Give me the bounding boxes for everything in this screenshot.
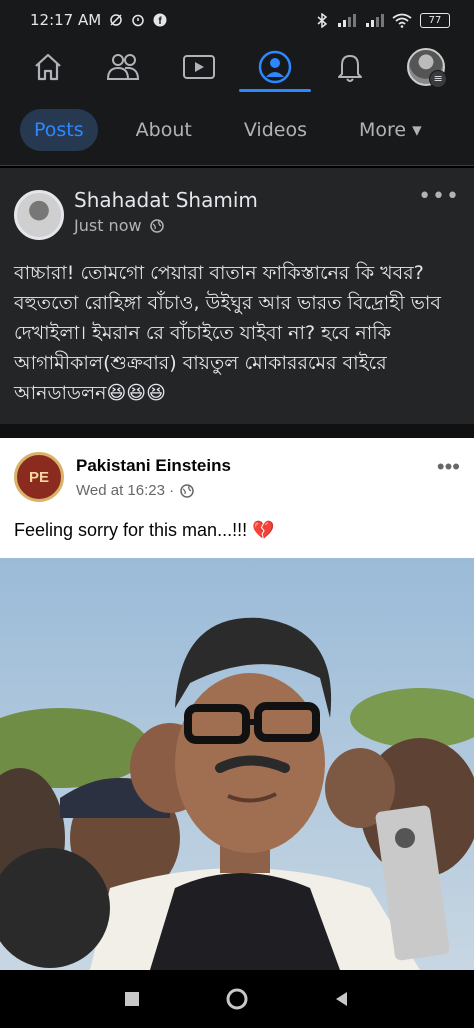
nav-notifications[interactable] bbox=[320, 40, 380, 94]
alarm-icon bbox=[132, 14, 144, 27]
nav-watch[interactable] bbox=[169, 40, 229, 94]
home-button[interactable] bbox=[225, 987, 249, 1011]
post-meta: Just now bbox=[74, 216, 418, 235]
friends-icon bbox=[107, 54, 140, 80]
status-time: 12:17 AM bbox=[30, 11, 102, 29]
post-author[interactable]: Shahadat Shamim bbox=[74, 188, 418, 212]
shared-caption: Feeling sorry for this man...!!! 💔 bbox=[14, 520, 275, 540]
post-card: Shahadat Shamim Just now ••• বাচ্চারা! ত… bbox=[0, 168, 474, 424]
signal-icon-2 bbox=[366, 14, 384, 27]
wifi-icon bbox=[392, 13, 412, 28]
back-button[interactable] bbox=[332, 989, 352, 1009]
profile-tabs: Posts About Videos More ▾ bbox=[0, 94, 474, 166]
post-header: Shahadat Shamim Just now ••• bbox=[14, 180, 460, 240]
shared-post-image[interactable]: PE Pakistani Einsteins Wed at 16:23 · ••… bbox=[0, 438, 474, 970]
news-photo bbox=[0, 558, 474, 970]
shared-post-header: PE Pakistani Einsteins Wed at 16:23 · ••… bbox=[0, 438, 474, 502]
home-icon bbox=[35, 53, 61, 81]
post-time[interactable]: Just now bbox=[74, 216, 142, 235]
nav-home[interactable] bbox=[18, 40, 78, 94]
nav-profile[interactable] bbox=[238, 40, 311, 94]
shared-author: Pakistani Einsteins bbox=[76, 456, 231, 475]
menu-avatar bbox=[407, 48, 448, 88]
photo-illustration bbox=[0, 558, 474, 970]
notifications-icon bbox=[338, 55, 363, 82]
system-navigation-bar bbox=[0, 970, 474, 1028]
shared-header-text: Pakistani Einsteins Wed at 16:23 · bbox=[76, 452, 437, 499]
tab-posts[interactable]: Posts bbox=[20, 108, 98, 151]
author-avatar[interactable] bbox=[14, 190, 64, 240]
globe-icon bbox=[180, 483, 194, 498]
post-options-button[interactable]: ••• bbox=[418, 184, 460, 209]
nav-friends[interactable] bbox=[93, 40, 153, 94]
watch-icon bbox=[183, 55, 216, 79]
battery-icon: 77 bbox=[420, 12, 450, 28]
status-left: 12:17 AM f bbox=[30, 11, 167, 29]
data-saver-icon bbox=[110, 14, 122, 26]
facebook-notification-icon: f bbox=[153, 13, 167, 27]
bluetooth-icon bbox=[317, 12, 328, 28]
tab-more[interactable]: More ▾ bbox=[345, 109, 436, 151]
page-logo: PE bbox=[14, 452, 64, 502]
globe-icon bbox=[149, 218, 164, 233]
shared-options-icon: ••• bbox=[436, 454, 460, 479]
status-right: 77 bbox=[316, 12, 450, 28]
top-navigation bbox=[0, 40, 474, 94]
tab-videos[interactable]: Videos bbox=[230, 109, 321, 151]
post-text: বাচ্চারা! তোমগো পেয়ারা বাতান ফাকিস্তানে… bbox=[14, 262, 442, 404]
recents-button[interactable] bbox=[122, 989, 142, 1009]
signal-icon-1 bbox=[338, 14, 356, 27]
status-bar: 12:17 AM f 77 bbox=[0, 0, 474, 40]
shared-time: Wed at 16:23 · bbox=[76, 482, 175, 499]
shared-meta: Wed at 16:23 · bbox=[76, 482, 437, 499]
post-header-text: Shahadat Shamim Just now bbox=[74, 188, 418, 235]
tab-about[interactable]: About bbox=[122, 109, 206, 151]
profile-icon bbox=[258, 50, 292, 84]
feed-separator bbox=[0, 424, 474, 438]
nav-menu[interactable] bbox=[396, 40, 456, 94]
